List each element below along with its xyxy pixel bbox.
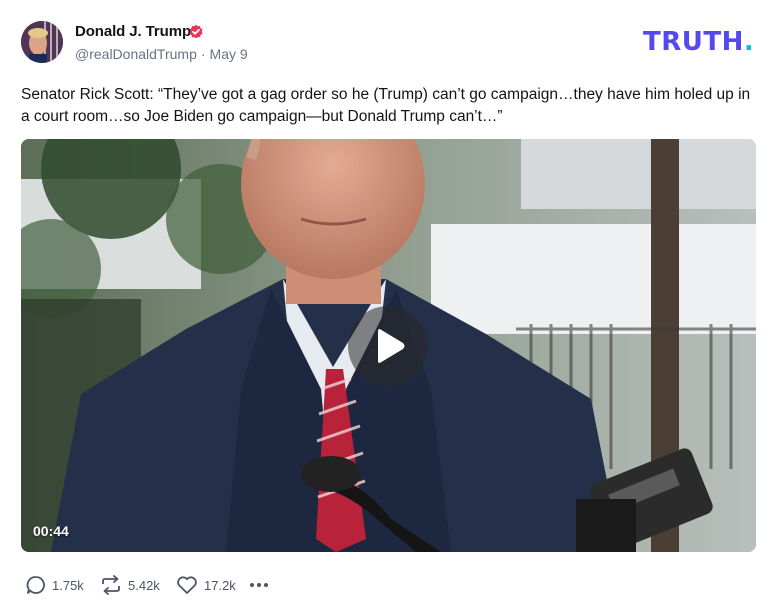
more-button[interactable] <box>248 574 270 596</box>
logo-text: TRUTH <box>643 27 744 57</box>
meta-separator: · <box>200 46 206 62</box>
retruth-count: 5.42k <box>128 577 160 593</box>
video-duration: 00:44 <box>33 523 69 539</box>
retruth-button[interactable]: 5.42k <box>100 574 160 596</box>
verified-badge-icon <box>189 24 203 39</box>
post-text: Senator Rick Scott: “They’ve got a gag o… <box>21 86 751 125</box>
reply-count: 1.75k <box>52 577 84 593</box>
comment-icon <box>26 576 45 594</box>
like-count: 17.2k <box>204 577 236 593</box>
logo-period: . <box>743 27 755 57</box>
like-button[interactable]: 17.2k <box>176 574 236 596</box>
post-date[interactable]: May 9 <box>210 46 248 62</box>
retruth-icon <box>102 575 120 595</box>
avatar[interactable] <box>21 21 63 63</box>
heart-icon <box>177 576 197 594</box>
truth-post: Donald J. Trump @realDonaldTrump · May 9 T… <box>0 0 777 615</box>
post-meta: @realDonaldTrump · May 9 <box>75 46 248 62</box>
more-icon <box>250 583 268 587</box>
author-handle[interactable]: @realDonaldTrump <box>75 46 197 62</box>
play-icon <box>378 329 405 363</box>
reply-button[interactable]: 1.75k <box>26 574 84 596</box>
play-button[interactable] <box>348 306 428 386</box>
video-player[interactable]: 00:44 <box>21 139 756 552</box>
truth-social-logo[interactable]: TRUTH. <box>643 27 754 57</box>
author-name[interactable]: Donald J. Trump <box>75 23 191 40</box>
